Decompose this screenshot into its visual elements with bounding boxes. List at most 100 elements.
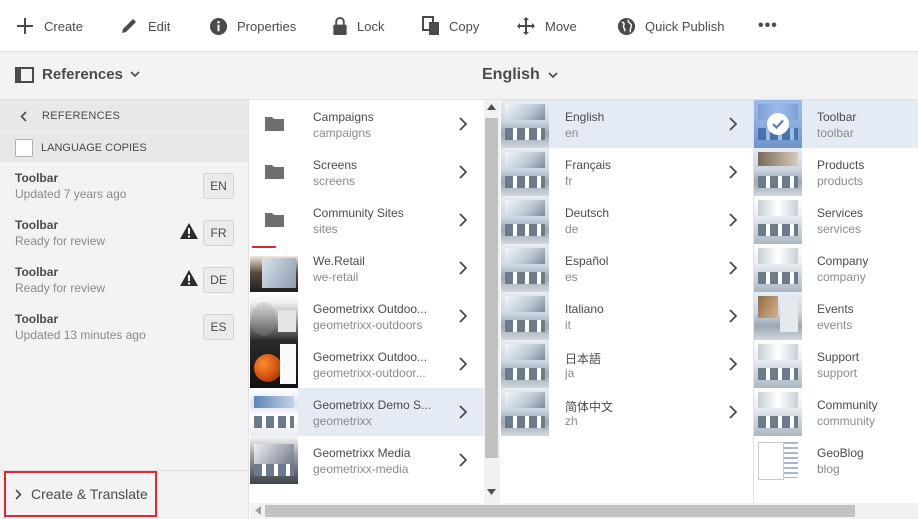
column-item[interactable]: Products products — [754, 148, 918, 196]
properties-button[interactable]: Properties — [209, 0, 296, 52]
item-title: Geometrixx Demo S... — [313, 398, 432, 412]
lock-label: Lock — [357, 18, 385, 34]
page-thumbnail — [250, 340, 298, 388]
language-selector[interactable]: English — [482, 66, 558, 84]
rail-selector[interactable]: References — [15, 66, 140, 83]
chevron-right-icon[interactable] — [729, 405, 737, 419]
copy-status: Ready for review — [15, 234, 106, 248]
edit-button[interactable]: Edit — [119, 0, 170, 52]
folder-icon — [265, 213, 284, 227]
horizontal-scrollbar-thumb[interactable] — [265, 505, 855, 517]
copy-title: Toolbar — [15, 265, 59, 279]
quick-publish-button[interactable]: Quick Publish — [617, 0, 724, 52]
column-item[interactable]: Geometrixx Media geometrixx-media — [250, 436, 484, 484]
chevron-right-icon[interactable] — [459, 453, 467, 467]
column-item[interactable]: Community Sites sites — [250, 196, 484, 244]
item-title: Screens — [313, 158, 358, 172]
page-thumbnail — [754, 148, 802, 196]
chevron-right-icon[interactable] — [459, 117, 467, 131]
chevron-down-icon — [548, 71, 558, 78]
chevron-right-icon[interactable] — [459, 261, 467, 275]
language-copy-item[interactable]: Toolbar Updated 13 minutes ago ES — [0, 304, 249, 351]
create-label: Create — [44, 18, 84, 34]
page-thumbnail — [754, 388, 802, 436]
item-name: toolbar — [817, 126, 854, 140]
column-item-selected[interactable]: Geometrixx Demo S... geometrixx — [250, 388, 484, 436]
language-copy-item[interactable]: Toolbar Ready for review FR — [0, 210, 249, 257]
chevron-right-icon[interactable] — [729, 117, 737, 131]
item-title: Italiano — [565, 302, 604, 316]
chevron-right-icon[interactable] — [459, 213, 467, 227]
item-name: screens — [313, 174, 356, 188]
column-view-languages: English en Français fr Deutsch de Españo… — [501, 100, 753, 503]
column-item[interactable]: 日本語 ja — [501, 340, 753, 388]
copy-icon — [422, 16, 439, 35]
chevron-right-icon[interactable] — [459, 309, 467, 323]
item-title: Deutsch — [565, 206, 610, 220]
scroll-down-arrow-icon[interactable] — [487, 489, 496, 495]
item-title: GeoBlog — [817, 446, 864, 460]
scroll-left-arrow-icon[interactable] — [255, 506, 261, 515]
column-item[interactable]: Screens screens — [250, 148, 484, 196]
item-name: geometrixx-outdoor... — [313, 366, 426, 380]
copy-status: Updated 13 minutes ago — [15, 328, 146, 342]
item-name: geometrixx-outdoors — [313, 318, 423, 332]
copy-label: Copy — [449, 18, 480, 34]
column-item[interactable]: Campaigns campaigns — [250, 100, 484, 148]
column-item[interactable]: Geometrixx Outdoo... geometrixx-outdoors — [250, 292, 484, 340]
column-item[interactable]: Events events — [754, 292, 918, 340]
move-button[interactable]: Move — [516, 0, 577, 52]
item-name: support — [817, 366, 858, 380]
language-copies-header[interactable]: LANGUAGE COPIES — [0, 132, 248, 162]
column-item[interactable]: Community community — [754, 388, 918, 436]
references-rail: REFERENCES LANGUAGE COPIES Toolbar Updat… — [0, 100, 249, 519]
column-item[interactable]: Italiano it — [501, 292, 753, 340]
chevron-right-icon[interactable] — [729, 309, 737, 323]
item-title: Geometrixx Outdoo... — [313, 350, 428, 364]
scroll-up-arrow-icon[interactable] — [487, 104, 496, 110]
language-copy-item[interactable]: Toolbar Updated 7 years ago EN — [0, 163, 249, 210]
column-item-selected[interactable]: Toolbar toolbar — [754, 100, 918, 148]
copy-button[interactable]: Copy — [422, 0, 479, 52]
select-all-checkbox[interactable] — [15, 138, 33, 157]
chevron-left-icon — [20, 110, 27, 122]
chevron-down-icon — [130, 71, 140, 78]
column-item[interactable]: Español es — [501, 244, 753, 292]
column-view-pages: Toolbar toolbar Products products Servic… — [754, 100, 918, 503]
column-item[interactable]: We.Retail we-retail — [250, 244, 484, 292]
item-title: Company — [817, 254, 869, 268]
item-name: campaigns — [313, 126, 372, 140]
chevron-right-icon — [15, 488, 22, 500]
column-item[interactable]: Company company — [754, 244, 918, 292]
column-item[interactable]: 简体中文 zh — [501, 388, 753, 436]
chevron-right-icon[interactable] — [729, 213, 737, 227]
item-title: Support — [817, 350, 860, 364]
chevron-right-icon[interactable] — [459, 405, 467, 419]
chevron-right-icon[interactable] — [459, 357, 467, 371]
create-button[interactable]: Create — [15, 0, 83, 52]
page-thumbnail — [501, 388, 549, 436]
selection-overlay[interactable] — [754, 100, 802, 148]
chevron-right-icon[interactable] — [729, 261, 737, 275]
chevron-right-icon[interactable] — [459, 165, 467, 179]
column-item[interactable]: GeoBlog blog — [754, 436, 918, 484]
lock-button[interactable]: Lock — [332, 0, 384, 52]
chevron-right-icon[interactable] — [729, 357, 737, 371]
column-item-selected[interactable]: English en — [501, 100, 753, 148]
more-actions-button[interactable]: ••• — [758, 0, 778, 52]
action-bar: Create Edit Properties Lock Copy Move Qu… — [0, 0, 918, 52]
chevron-right-icon[interactable] — [729, 165, 737, 179]
language-copy-item[interactable]: Toolbar Ready for review DE — [0, 257, 249, 304]
column-item[interactable]: Français fr — [501, 148, 753, 196]
column-item[interactable]: Services services — [754, 196, 918, 244]
item-name: events — [817, 318, 853, 332]
page-thumbnail — [250, 244, 298, 292]
column-item[interactable]: Support support — [754, 340, 918, 388]
item-name: fr — [565, 174, 573, 188]
vertical-scrollbar-thumb[interactable] — [485, 118, 498, 458]
references-back-link[interactable]: REFERENCES — [0, 100, 248, 132]
item-title: We.Retail — [313, 254, 365, 268]
column-item[interactable]: Geometrixx Outdoo... geometrixx-outdoor.… — [250, 340, 484, 388]
create-translate-button[interactable]: Create & Translate — [4, 471, 157, 517]
column-item[interactable]: Deutsch de — [501, 196, 753, 244]
